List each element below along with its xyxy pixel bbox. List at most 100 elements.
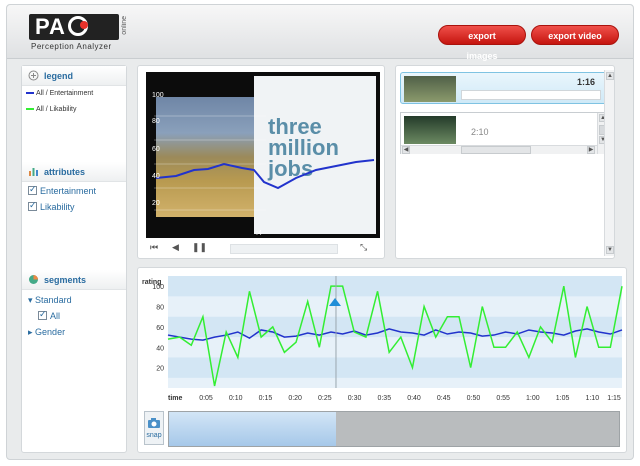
- clip-horizontal-scrollbar[interactable]: ◀ ▶: [401, 145, 597, 154]
- hscroll-thumb[interactable]: [461, 146, 531, 154]
- timeline-track[interactable]: [168, 411, 620, 447]
- x-tick-label: 0:55: [496, 395, 510, 402]
- fullscreen-icon[interactable]: ⤡: [360, 242, 367, 253]
- clip-thumbnail: [404, 116, 456, 144]
- chevron-down-icon[interactable]: ▾: [28, 295, 33, 305]
- video-y-tick: 100: [152, 92, 164, 99]
- likability-checkbox[interactable]: [28, 200, 37, 211]
- timeline-played-region: [169, 412, 336, 446]
- x-tick-label: 0:50: [467, 395, 481, 402]
- segments-header: segments: [22, 270, 126, 290]
- segment-gender[interactable]: ▸ Gender: [28, 327, 65, 338]
- clip-duration: 2:10: [471, 127, 489, 137]
- snap-label: snap: [146, 432, 162, 439]
- x-axis-label: time: [168, 395, 183, 402]
- rating-chart[interactable]: 10080604020 0:05 0:10 0:15 0:20 0:25 0:30 0:35…: [138, 268, 626, 408]
- video-y-tick: 40: [152, 173, 160, 180]
- snap-button[interactable]: snap: [144, 411, 164, 445]
- x-tick-label: 1:10: [585, 395, 599, 402]
- video-frame[interactable]: three million jobs 100 80 60 40 20 :4: [146, 72, 380, 238]
- entertainment-checkbox[interactable]: [28, 184, 37, 195]
- scroll-left-icon[interactable]: ◀: [402, 146, 410, 154]
- segment-all[interactable]: All: [38, 309, 61, 321]
- video-y-tick: 20: [152, 200, 160, 207]
- all-checkbox[interactable]: [38, 309, 47, 320]
- logo-mark: PA: [29, 14, 119, 40]
- video-time: :4: [256, 230, 262, 237]
- logo-subtitle: Perception Analyzer: [31, 42, 112, 51]
- video-y-tick: 80: [152, 118, 160, 125]
- legend-swatch-blue: [26, 92, 34, 95]
- scroll-up-icon[interactable]: ▲: [606, 72, 614, 80]
- attribute-likability[interactable]: Likability: [28, 200, 75, 212]
- y-tick-label: 60: [156, 325, 164, 332]
- legend-icon: [28, 70, 39, 81]
- clip-item-selected[interactable]: 1:16: [400, 72, 608, 104]
- y-tick-label: 40: [156, 345, 164, 352]
- camera-icon: [148, 418, 160, 428]
- attribute-entertainment[interactable]: Entertainment: [28, 184, 97, 196]
- y-tick-label: 20: [156, 366, 164, 373]
- app-window: PA online Perception Analyzer export ima…: [6, 4, 634, 460]
- x-tick-label: 1:05: [556, 395, 570, 402]
- skip-back-icon[interactable]: ⏮: [150, 242, 158, 253]
- chart-band: [168, 357, 622, 378]
- player-controls: ⏮ ◀ ❚❚ ⤡: [146, 242, 380, 256]
- scroll-down-icon[interactable]: ▼: [606, 246, 614, 254]
- export-images-button[interactable]: export images: [438, 25, 526, 61]
- x-tick-label: 0:20: [288, 395, 302, 402]
- clip-duration: 1:16: [577, 77, 596, 87]
- legend-item: All / Entertainment: [26, 90, 93, 97]
- segment-label: All: [50, 311, 61, 321]
- segment-standard[interactable]: ▾ Standard: [28, 295, 72, 306]
- logo-online-text: online: [121, 16, 128, 35]
- y-axis-label: rating: [142, 279, 161, 286]
- clip-list-panel: 1:16 2:10 ▲ ▼ ◀ ▶ ▲ ▼: [395, 65, 615, 259]
- clip-thumbnail: [404, 76, 456, 102]
- x-axis: 0:05 0:10 0:15 0:20 0:25 0:30 0:35 0:40 0:45 0:50…: [199, 395, 621, 402]
- video-y-tick: 60: [152, 146, 160, 153]
- segments-title: segments: [44, 275, 87, 285]
- rating-graph-panel: 100 80 60 40 20 0:05 0:10 0:15 0:20 0:25 0:30 0:35…: [137, 267, 627, 453]
- x-tick-label: 0:30: [348, 395, 362, 402]
- pause-icon[interactable]: ❚❚: [192, 242, 207, 253]
- x-tick-label: 0:40: [407, 395, 421, 402]
- legend-item-label: All / Likability: [36, 106, 77, 113]
- attributes-header: attributes: [22, 162, 126, 182]
- clip-list-scrollbar[interactable]: ▲ ▼: [604, 70, 614, 256]
- legend-item: All / Likability: [26, 106, 76, 113]
- perception-analyzer-logo: PA online Perception Analyzer: [29, 14, 139, 52]
- pie-chart-icon: [29, 275, 38, 284]
- legend-item-label: All / Entertainment: [36, 90, 94, 97]
- video-overlay-graph: [154, 115, 375, 211]
- x-tick-label: 0:15: [259, 395, 273, 402]
- x-tick-label: 0:45: [437, 395, 451, 402]
- playhead-marker[interactable]: [328, 298, 341, 306]
- legend-swatch-green: [26, 108, 34, 111]
- video-scrub-bar[interactable]: [230, 244, 338, 254]
- bar-chart-icon: [29, 168, 38, 176]
- sidebar-panel: legend All / Entertainment All / Likabil…: [21, 65, 127, 453]
- x-tick-label: 0:10: [229, 395, 243, 402]
- legend-header: legend: [22, 66, 126, 86]
- x-tick-label: 1:15: [607, 395, 621, 402]
- x-tick-label: 0:35: [377, 395, 391, 402]
- chevron-right-icon[interactable]: ▸: [28, 327, 33, 337]
- y-axis: 10080604020: [152, 284, 164, 372]
- x-tick-label: 1:00: [526, 395, 540, 402]
- x-tick-label: 0:25: [318, 395, 332, 402]
- clip-progress-bar: [461, 90, 601, 100]
- segment-label: Gender: [35, 327, 66, 337]
- volume-icon[interactable]: ◀: [172, 242, 179, 253]
- header-bar: PA online Perception Analyzer export ima…: [7, 5, 633, 61]
- clip-item[interactable]: 2:10 ▲ ▼ ◀ ▶: [400, 112, 608, 154]
- legend-title: legend: [44, 71, 74, 81]
- x-tick-label: 0:05: [199, 395, 213, 402]
- y-tick-label: 80: [156, 305, 164, 312]
- attribute-label: Entertainment: [40, 186, 97, 196]
- attributes-title: attributes: [44, 167, 86, 177]
- chart-band: [168, 276, 622, 297]
- scroll-right-icon[interactable]: ▶: [587, 146, 595, 154]
- video-player-panel: three million jobs 100 80 60 40 20 :4 ⏮ …: [137, 65, 385, 259]
- export-video-button[interactable]: export video: [531, 25, 619, 45]
